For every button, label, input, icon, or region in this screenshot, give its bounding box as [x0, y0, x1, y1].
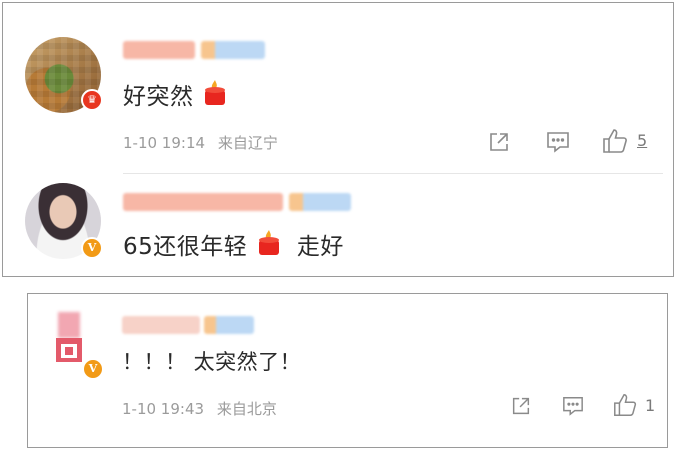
comment-location: 来自辽宁 — [217, 134, 278, 152]
like-count[interactable]: 5 — [637, 131, 647, 150]
candle-icon — [255, 229, 283, 263]
comment-icon[interactable] — [561, 395, 585, 417]
comment-meta: 1-10 19:43 来自北京 — [122, 398, 277, 419]
level-badge-redacted — [201, 41, 265, 59]
comments-panel-top: ♛ 好突然 1-10 19:14 来自辽宁 5 V 65还很年轻 走好 — [2, 2, 674, 277]
comment-time: 1-10 19:14 — [123, 134, 206, 152]
candle-icon — [201, 79, 229, 113]
level-badge-redacted — [289, 193, 351, 211]
like-icon[interactable] — [601, 127, 629, 155]
username-redacted[interactable] — [123, 193, 283, 211]
username-redacted[interactable] — [122, 316, 200, 334]
verified-badge-icon: V — [81, 237, 103, 259]
comment-text: 好突然 — [123, 77, 229, 113]
member-badge-icon: ♛ — [81, 89, 103, 111]
comment-text: ！！！ 太突然了！ — [122, 350, 302, 374]
level-badge-redacted — [204, 316, 254, 334]
share-icon[interactable] — [487, 130, 511, 154]
verified-badge-icon: V — [82, 358, 104, 380]
comment-meta: 1-10 19:14 来自辽宁 — [123, 132, 278, 153]
like-icon[interactable] — [612, 392, 638, 418]
divider — [123, 173, 663, 174]
comment-time: 1-10 19:43 — [122, 400, 205, 418]
comment-location: 来自北京 — [216, 400, 277, 418]
comment-text: 65还很年轻 走好 — [123, 227, 344, 263]
username-redacted[interactable] — [123, 41, 195, 59]
share-icon[interactable] — [510, 395, 532, 417]
comments-panel-bottom: V ！！！ 太突然了！ 1-10 19:43 来自北京 1 — [27, 293, 668, 448]
comment-icon[interactable] — [545, 130, 571, 154]
like-count[interactable]: 1 — [645, 396, 655, 415]
